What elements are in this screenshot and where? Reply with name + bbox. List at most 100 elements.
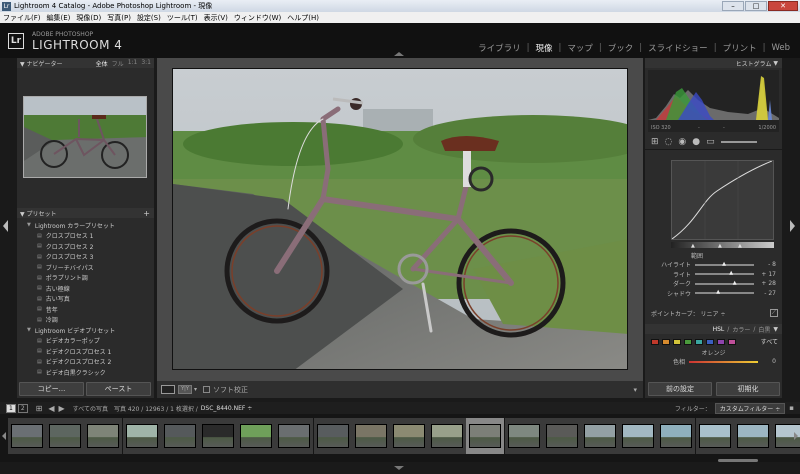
filmstrip-thumbnail[interactable] xyxy=(317,424,349,448)
filmstrip-thumbnail[interactable] xyxy=(355,424,387,448)
split-marker-icon[interactable]: ▲ xyxy=(718,243,722,249)
forward-arrow-icon[interactable]: ▶ xyxy=(59,404,65,413)
grid-tool-icon[interactable]: ⊞ xyxy=(651,137,659,147)
page-button[interactable]: 1 xyxy=(6,403,16,413)
before-after-icon[interactable]: Y|Y xyxy=(178,385,192,394)
navigator-preview[interactable] xyxy=(23,96,147,178)
slider-thumb-icon[interactable]: ▲ xyxy=(722,261,726,267)
tone-slider-track[interactable]: ▲ xyxy=(695,280,754,286)
top-panel-toggle-icon[interactable] xyxy=(394,52,404,56)
minimize-button[interactable]: – xyxy=(722,1,744,11)
filmstrip-thumbnail[interactable] xyxy=(202,424,234,448)
color-swatch[interactable] xyxy=(717,338,725,345)
file-name[interactable]: DSC_8440.NEF ÷ xyxy=(201,405,252,412)
preset-item[interactable]: ▤ 冷調 xyxy=(21,315,154,326)
filmstrip-thumbnail[interactable] xyxy=(431,424,463,448)
filmstrip-thumbnail[interactable] xyxy=(126,424,158,448)
point-curve-label[interactable]: ポイントカーブ： リニア ÷ xyxy=(651,309,725,318)
filmstrip-thumbnail[interactable] xyxy=(546,424,578,448)
menu-item[interactable]: ツール(T) xyxy=(164,13,201,23)
module-tab[interactable]: Web xyxy=(769,43,792,53)
navigator-header[interactable]: ▼ ナビゲーター 全体 フル 1:1 3:1 xyxy=(17,58,154,68)
right-panel-toggle-icon[interactable] xyxy=(790,220,795,232)
module-tab[interactable]: マップ xyxy=(565,42,595,54)
tone-slider-row[interactable]: ダーク ▲ + 28 xyxy=(649,279,776,289)
color-swatch[interactable] xyxy=(728,338,736,345)
page-button[interactable]: 2 xyxy=(17,403,28,413)
module-tab[interactable]: スライドショー xyxy=(646,42,710,54)
filmstrip-thumbnail[interactable] xyxy=(737,424,769,448)
tone-slider-track[interactable]: ▲ xyxy=(695,289,754,295)
filmstrip-thumbnail[interactable] xyxy=(660,424,692,448)
preset-item[interactable]: ▤ ビデオクロスプロセス 1 xyxy=(21,346,154,357)
zoom-option[interactable]: 全体 xyxy=(96,59,108,68)
menu-item[interactable]: ウィンドウ(W) xyxy=(231,13,284,23)
menu-item[interactable]: 編集(E) xyxy=(44,13,74,23)
filmstrip-thumbnail[interactable] xyxy=(164,424,196,448)
hue-slider[interactable] xyxy=(689,360,758,363)
preset-item[interactable]: ▤ 古い写真 xyxy=(21,294,154,305)
previous-settings-button[interactable]: 前の設定 xyxy=(648,382,712,396)
hsl-tab[interactable]: HSL xyxy=(713,326,725,333)
module-tab[interactable]: ライブラリ xyxy=(476,42,523,54)
reset-button[interactable]: 初期化 xyxy=(716,382,780,396)
source-label[interactable]: すべての写真 xyxy=(73,404,108,413)
split-marker-icon[interactable]: ▲ xyxy=(691,243,695,249)
filmstrip-scroll-right-icon[interactable] xyxy=(794,432,798,440)
module-tab[interactable]: 現像 xyxy=(534,42,555,54)
tone-curve-graph[interactable] xyxy=(671,160,774,240)
menu-item[interactable]: 表示(V) xyxy=(201,13,231,23)
curve-edit-icon[interactable]: ⟋ xyxy=(770,309,778,317)
filmstrip-thumbnail[interactable] xyxy=(11,424,43,448)
collapse-triangle-icon[interactable]: ▼ xyxy=(773,326,778,333)
filmstrip-thumbnail[interactable] xyxy=(699,424,731,448)
filmstrip-scroll-left-icon[interactable] xyxy=(2,432,6,440)
filmstrip-thumbnail[interactable] xyxy=(49,424,81,448)
histogram[interactable]: ISO 320 - - 1/2000 xyxy=(648,70,779,132)
filmstrip-scrollbar[interactable] xyxy=(718,459,758,462)
color-swatch[interactable] xyxy=(695,338,703,345)
loupe-view-icon[interactable] xyxy=(161,385,175,394)
zoom-option[interactable]: 3:1 xyxy=(141,59,151,68)
graduated-filter-icon[interactable]: ▭ xyxy=(706,137,715,147)
tone-slider-track[interactable]: ▲ xyxy=(695,270,754,276)
preset-item[interactable]: ▤ ビデオクロスプロセス 2 xyxy=(21,357,154,368)
preset-item[interactable]: ▤ 昔年 xyxy=(21,304,154,315)
preset-item[interactable]: ▤ クロスプロセス 1 xyxy=(21,231,154,242)
module-tab[interactable]: ブック xyxy=(606,42,636,54)
hsl-tab[interactable]: 白黒 xyxy=(758,325,770,334)
region-slider-track[interactable]: ▲ ▲ ▲ xyxy=(671,242,774,249)
preset-folder[interactable]: ▼ Lightroom カラープリセット xyxy=(21,220,154,231)
filmstrip-thumbnail[interactable] xyxy=(584,424,616,448)
hsl-all-button[interactable]: すべて xyxy=(761,337,778,346)
back-arrow-icon[interactable]: ◀ xyxy=(48,404,54,413)
maximize-button[interactable]: □ xyxy=(745,1,767,11)
tone-slider-row[interactable]: シャドウ ▲ - 27 xyxy=(649,289,776,299)
hsl-tab[interactable]: カラー xyxy=(732,325,750,334)
preset-folder[interactable]: ▼ Lightroom ビデオプリセット xyxy=(21,325,154,336)
filmstrip-thumbnail[interactable] xyxy=(278,424,310,448)
menu-item[interactable]: 現像(D) xyxy=(73,13,104,23)
preset-item[interactable]: ▤ 古い極線 xyxy=(21,283,154,294)
collapse-triangle-icon[interactable]: ▼ xyxy=(771,60,778,67)
close-button[interactable]: ✕ xyxy=(768,1,798,11)
preset-item[interactable]: ▤ クロスプロセス 2 xyxy=(21,241,154,252)
before-after-dropdown-icon[interactable]: ▾ xyxy=(194,386,197,393)
hue-slider-row[interactable]: 色相 0 xyxy=(645,357,782,367)
color-swatch[interactable] xyxy=(684,338,692,345)
presets-header[interactable]: ▼ プリセット + xyxy=(17,208,154,218)
slider-thumb-icon[interactable]: ▲ xyxy=(716,289,720,295)
preset-item[interactable]: ▤ ビデオカラーポップ xyxy=(21,336,154,347)
filmstrip-thumbnail[interactable] xyxy=(508,424,540,448)
tone-slider-row[interactable]: ライト ▲ + 17 xyxy=(649,270,776,280)
filmstrip-thumbnail[interactable] xyxy=(87,424,119,448)
color-swatch[interactable] xyxy=(651,338,659,345)
module-tab[interactable]: プリント xyxy=(721,42,759,54)
menu-item[interactable]: 設定(S) xyxy=(134,13,164,23)
copy-button[interactable]: コピー... xyxy=(19,382,84,396)
bottom-panel-toggle-icon[interactable] xyxy=(394,466,404,470)
spot-removal-icon[interactable]: ◉ xyxy=(678,137,686,147)
add-preset-icon[interactable]: + xyxy=(143,209,150,218)
grid-view-icon[interactable]: ⊞ xyxy=(36,404,43,413)
adjustment-brush-icon[interactable] xyxy=(720,140,757,143)
